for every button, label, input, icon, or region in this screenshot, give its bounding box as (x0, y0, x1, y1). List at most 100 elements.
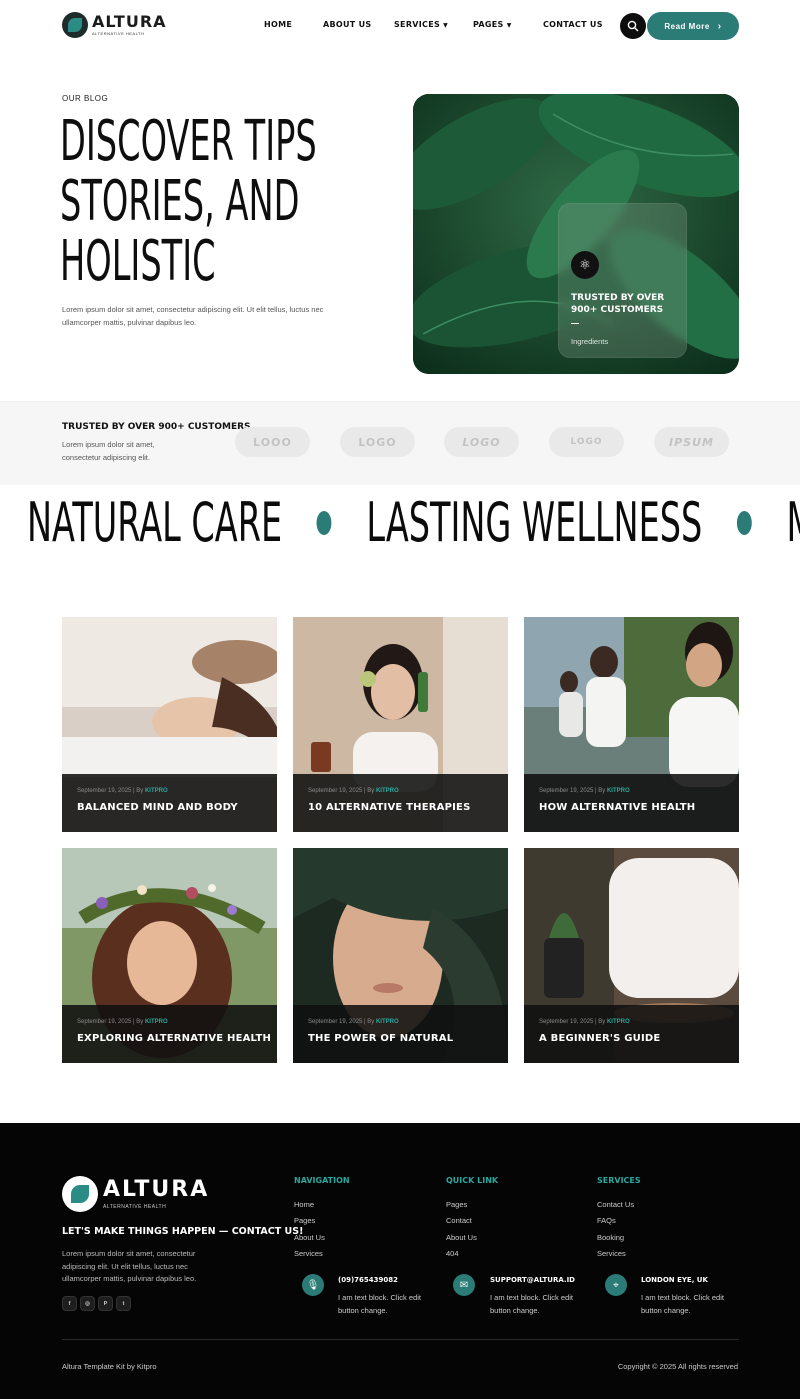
trust-card-title: TRUSTED BY OVER 900+ CUSTOMERS (571, 293, 665, 315)
post-title[interactable]: HOW ALTERNATIVE HEALTH (539, 802, 695, 813)
post-card[interactable]: September 19, 2025 | By KITPRO HOW ALTER… (524, 617, 739, 832)
marquee-word: NATURAL CARE (27, 492, 283, 554)
footer-link[interactable]: 404 (446, 1246, 477, 1262)
twitter-icon[interactable]: t (116, 1296, 131, 1311)
footer-quicklink-title: QUICK LINK (446, 1176, 499, 1185)
brand-logo: LOGO (549, 427, 624, 457)
trusted-title: TRUSTED BY OVER 900+ CUSTOMERS (62, 422, 251, 432)
brand-logo: LOGO (340, 427, 415, 457)
logo-leaf-icon (62, 1176, 98, 1212)
footer-link[interactable]: FAQs (597, 1213, 634, 1229)
post-meta: September 19, 2025 | By KITPRO (308, 788, 399, 794)
read-more-label: Read More (664, 21, 710, 31)
marquee-word: MODERN WELLNESS (787, 492, 800, 554)
contact-phone-text: I am text block. Click edit button chang… (338, 1293, 421, 1315)
hero-eyebrow: OUR BLOG (62, 94, 109, 103)
post-title[interactable]: A BEGINNER'S GUIDE (539, 1033, 660, 1044)
footer-nav-title: NAVIGATION (294, 1176, 350, 1185)
trust-card-subtitle: Ingredients (571, 337, 609, 346)
post-card[interactable]: September 19, 2025 | By KITPRO BALANCED … (62, 617, 277, 832)
microphone-icon: 🎙 (302, 1274, 324, 1296)
logo-title: ALTURA (92, 12, 167, 31)
footer-link[interactable]: About Us (294, 1230, 325, 1246)
footer-services-list: Contact Us FAQs Booking Services (597, 1197, 634, 1262)
contact-address[interactable]: LONDON EYE, UK (641, 1276, 708, 1284)
post-meta: September 19, 2025 | By KITPRO (308, 1019, 399, 1025)
footer-text: Lorem ipsum dolor sit amet, consectetur … (62, 1249, 197, 1283)
logo-leaf-icon (62, 12, 88, 38)
contact-phone[interactable]: (09)765439082 (338, 1276, 398, 1284)
marquee-dot (316, 511, 332, 535)
search-icon (627, 20, 639, 32)
post-meta: September 19, 2025 | By KITPRO (77, 1019, 168, 1025)
instagram-icon[interactable]: ◎ (80, 1296, 95, 1311)
post-caption: September 19, 2025 | By KITPRO A BEGINNE… (524, 1005, 739, 1063)
atom-icon: ⚛ (571, 251, 599, 279)
search-button[interactable] (620, 13, 646, 39)
footer-logo-subtitle: ALTERNATIVE HEALTH (103, 1203, 167, 1210)
brand-logo: IPSUM (654, 427, 729, 457)
contact-email-text: I am text block. Click edit button chang… (490, 1293, 573, 1315)
footer-link[interactable]: Home (294, 1197, 325, 1213)
facebook-icon[interactable]: f (62, 1296, 77, 1311)
post-caption: September 19, 2025 | By KITPRO 10 ALTERN… (293, 774, 508, 832)
site-logo[interactable]: ALTURA ALTERNATIVE HEALTH (62, 12, 167, 38)
footer-copyright: Copyright © 2025 All rights reserved (617, 1362, 738, 1371)
post-caption: September 19, 2025 | By KITPRO BALANCED … (62, 774, 277, 832)
footer-logo[interactable]: ALTURA ALTERNATIVE HEALTH (62, 1176, 209, 1212)
nav-services[interactable]: SERVICES ▼ (394, 20, 448, 29)
footer-link[interactable]: Booking (597, 1230, 634, 1246)
pinterest-icon[interactable]: P (98, 1296, 113, 1311)
post-caption: September 19, 2025 | By KITPRO EXPLORING… (62, 1005, 277, 1063)
footer-link[interactable]: Services (294, 1246, 325, 1262)
nav-contact-us[interactable]: CONTACT US (543, 20, 603, 29)
post-card[interactable]: September 19, 2025 | By KITPRO THE POWER… (293, 848, 508, 1063)
post-card[interactable]: September 19, 2025 | By KITPRO A BEGINNE… (524, 848, 739, 1063)
footer-link[interactable]: Pages (446, 1197, 477, 1213)
footer-link[interactable]: Contact (446, 1213, 477, 1229)
post-meta: September 19, 2025 | By KITPRO (539, 1019, 630, 1025)
post-title[interactable]: BALANCED MIND AND BODY (77, 802, 238, 813)
footer-tagline: LET'S MAKE THINGS HAPPEN — CONTACT US! (62, 1226, 304, 1237)
post-meta: September 19, 2025 | By KITPRO (77, 788, 168, 794)
chevron-down-icon: ▼ (506, 22, 512, 29)
logo-subtitle: ALTERNATIVE HEALTH (92, 31, 145, 36)
marquee-word: LASTING WELLNESS (366, 492, 703, 554)
location-pin-icon: ⌖ (605, 1274, 627, 1296)
contact-address-text: I am text block. Click edit button chang… (641, 1293, 724, 1315)
nav-home[interactable]: HOME (264, 20, 292, 29)
post-caption: September 19, 2025 | By KITPRO HOW ALTER… (524, 774, 739, 832)
hero-title: DISCOVER TIPS STORIES, AND HOLISTIC (60, 109, 317, 294)
marquee-dot (736, 511, 752, 535)
post-card[interactable]: September 19, 2025 | By KITPRO 10 ALTERN… (293, 617, 508, 832)
footer-link[interactable]: Contact Us (597, 1197, 634, 1213)
footer-divider (62, 1339, 739, 1340)
hero-text: Lorem ipsum dolor sit amet, consectetur … (62, 305, 324, 327)
brand-logo: LOGO (444, 427, 519, 457)
post-meta: September 19, 2025 | By KITPRO (539, 788, 630, 794)
trusted-text: Lorem ipsum dolor sit amet, consectetur … (62, 440, 155, 462)
footer-link[interactable]: Pages (294, 1213, 325, 1229)
brand-logo: LOOO (235, 427, 310, 457)
post-title[interactable]: 10 ALTERNATIVE THERAPIES (308, 802, 470, 813)
footer-logo-title: ALTURA (103, 1176, 210, 1202)
post-card[interactable]: September 19, 2025 | By KITPRO EXPLORING… (62, 848, 277, 1063)
post-caption: September 19, 2025 | By KITPRO THE POWER… (293, 1005, 508, 1063)
footer-link[interactable]: About Us (446, 1230, 477, 1246)
contact-email[interactable]: SUPPORT@ALTURA.ID (490, 1276, 575, 1284)
footer-quicklink-list: Pages Contact About Us 404 (446, 1197, 477, 1262)
chevron-down-icon: ▼ (443, 22, 449, 29)
nav-about-us[interactable]: ABOUT US (323, 20, 372, 29)
footer-services-title: SERVICES (597, 1176, 641, 1185)
trust-card-divider (571, 323, 579, 324)
post-title[interactable]: EXPLORING ALTERNATIVE HEALTH (77, 1033, 271, 1044)
footer-link[interactable]: Services (597, 1246, 634, 1262)
footer-nav-list: Home Pages About Us Services (294, 1197, 325, 1262)
marquee-banner: NATURAL CARE LASTING WELLNESS MODERN WEL… (0, 492, 800, 556)
post-title[interactable]: THE POWER OF NATURAL (308, 1033, 453, 1044)
read-more-button[interactable]: Read More › (647, 12, 739, 40)
envelope-icon: ✉ (453, 1274, 475, 1296)
trust-card: ⚛ TRUSTED BY OVER 900+ CUSTOMERS Ingredi… (558, 203, 687, 358)
nav-pages[interactable]: PAGES ▼ (473, 20, 512, 29)
chevron-right-icon: › (717, 20, 722, 32)
